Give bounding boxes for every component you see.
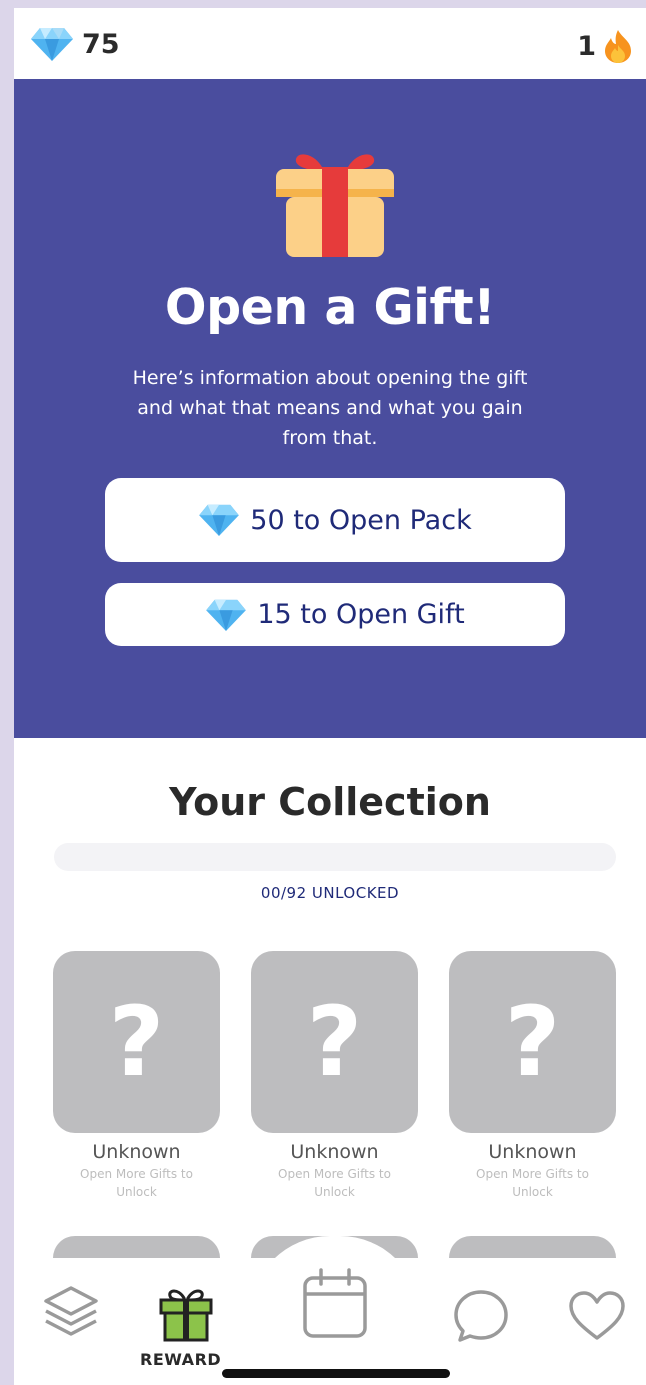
question-mark-icon: ? [449,951,616,1133]
diamond-icon [199,504,240,537]
nav-calendar[interactable] [302,1268,368,1344]
streak-counter[interactable]: 1 [577,28,636,64]
hero-title: Open a Gift! [164,279,496,336]
collection-card[interactable]: ? Unknown Open More Gifts to Unlock [449,951,616,1201]
collection-title: Your Collection [169,780,491,824]
nav-collections[interactable] [42,1284,100,1344]
gift-icon [159,1289,213,1342]
collection-card[interactable]: ? Unknown Open More Gifts to Unlock [251,951,418,1201]
question-mark-icon: ? [251,951,418,1133]
open-gift-button[interactable]: 15 to Open Gift [105,583,565,646]
open-gift-hero: Open a Gift! Here’s information about op… [14,79,646,738]
layers-icon [44,1286,98,1336]
card-hint: Open More Gifts to Unlock [278,1167,391,1199]
card-hint: Open More Gifts to Unlock [476,1167,589,1199]
card-name: Unknown [290,1141,379,1163]
calendar-icon [303,1268,367,1338]
diamond-icon [206,599,247,631]
nav-chat[interactable] [452,1288,510,1348]
nav-favorites[interactable] [567,1290,627,1346]
question-mark-icon: ? [53,951,220,1133]
fire-icon [605,30,631,63]
app-frame: 75 1 Open a Gift! Here’s information abo… [14,8,646,1385]
gift-icon [276,154,394,257]
open-pack-label: 50 to Open Pack [250,504,472,536]
streak-count: 1 [577,30,596,62]
hero-description: Here’s information about opening the gif… [132,367,528,449]
card-name: Unknown [488,1141,577,1163]
chat-bubble-icon [454,1290,508,1342]
heart-icon [569,1291,625,1340]
collection-progress-bar [54,843,616,871]
bottom-nav: REWARD [14,1236,646,1385]
unlocked-count: 00/92 UNLOCKED [260,884,400,902]
nav-reward-label: REWARD [140,1350,222,1369]
open-gift-label: 15 to Open Gift [257,599,465,630]
card-name: Unknown [92,1141,181,1163]
nav-reward[interactable] [158,1286,214,1346]
gem-count: 75 [82,28,120,60]
collection-card[interactable]: ? Unknown Open More Gifts to Unlock [53,951,220,1201]
open-pack-button[interactable]: 50 to Open Pack [105,478,565,562]
card-hint: Open More Gifts to Unlock [80,1167,193,1199]
diamond-icon [31,28,73,61]
gem-balance[interactable]: 75 [30,26,120,62]
home-indicator [222,1369,450,1378]
top-bar: 75 1 [14,8,646,79]
